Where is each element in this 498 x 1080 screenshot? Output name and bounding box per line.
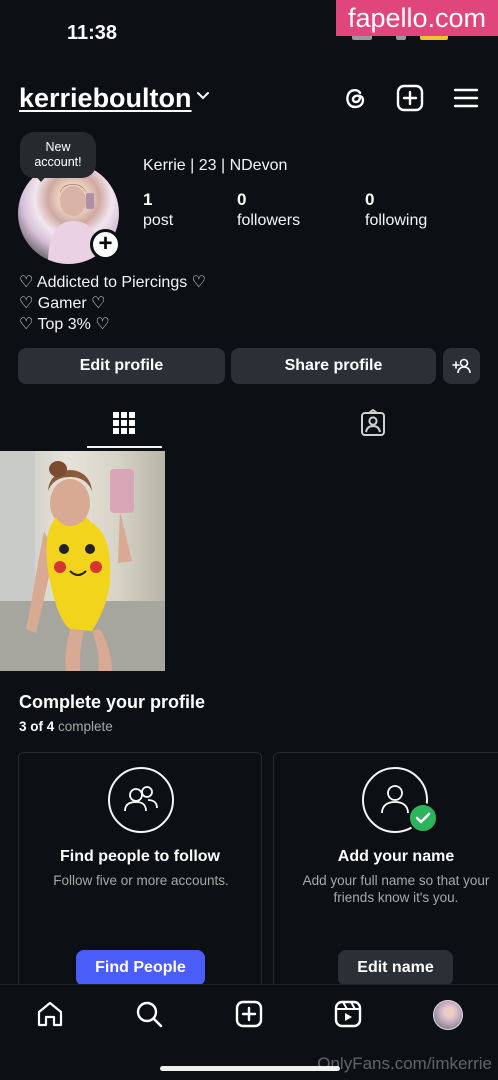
chevron-down-icon[interactable] [196,89,210,103]
progress-count: 3 of 4 [19,719,55,734]
card-title: Find people to follow [60,848,220,865]
watermark-top: fapello.com [336,0,498,36]
check-badge-icon [408,803,438,833]
followers-label[interactable]: followers [237,212,300,230]
followers-count[interactable]: 0 [237,190,246,210]
bio-line: ♡ Addicted to Piercings ♡ [19,274,206,291]
edit-name-button[interactable]: Edit name [338,950,453,986]
post-thumbnail[interactable] [0,451,165,671]
progress-suffix: complete [54,719,113,734]
card-title: Add your name [337,848,455,865]
bio-line: ♡ Gamer ♡ [19,295,106,312]
add-name-card: Add your name Add your full name so that… [273,752,498,992]
username-switcher[interactable]: kerrieboulton [19,83,192,114]
complete-profile-progress: 3 of 4 complete [19,719,113,734]
card-description: Follow five or more accounts. [53,873,229,888]
posts-label[interactable]: post [143,212,173,230]
following-label[interactable]: following [365,212,427,230]
menu-icon[interactable] [452,84,480,112]
share-profile-button[interactable]: Share profile [231,348,436,384]
search-icon[interactable] [135,1000,163,1028]
find-people-card: Find people to follow Follow five or mor… [18,752,262,992]
watermark-bottom: OnlyFans.com/imkerrie [317,1054,492,1073]
tagged-icon[interactable] [359,409,387,437]
tab-indicator [87,446,162,448]
bio-line: ♡ Top 3% ♡ [19,316,110,333]
bubble-tail [34,174,48,182]
edit-profile-button[interactable]: Edit profile [18,348,225,384]
create-icon[interactable] [235,1000,263,1028]
profile-full-name: Kerrie | 23 | NDevon [143,157,288,174]
threads-icon[interactable] [341,84,369,112]
posts-count[interactable]: 1 [143,190,152,210]
following-count[interactable]: 0 [365,190,374,210]
complete-profile-title: Complete your profile [19,692,206,712]
new-account-bubble: New account! [20,132,96,178]
add-story-button[interactable]: + [90,229,121,260]
add-person-icon [451,358,471,374]
card-description: Add your full name so that your friends … [302,873,490,905]
find-people-button[interactable]: Find People [76,950,205,986]
status-time: 11:38 [67,22,118,44]
discover-people-button[interactable] [443,348,480,384]
profile-avatar-tab[interactable] [433,1000,463,1030]
new-account-label: New account! [34,140,82,169]
reels-icon[interactable] [334,1000,362,1028]
create-post-icon[interactable] [396,84,424,112]
home-indicator [160,1066,340,1071]
home-icon[interactable] [36,1000,64,1028]
grid-icon[interactable] [110,409,138,437]
people-icon [108,767,174,833]
